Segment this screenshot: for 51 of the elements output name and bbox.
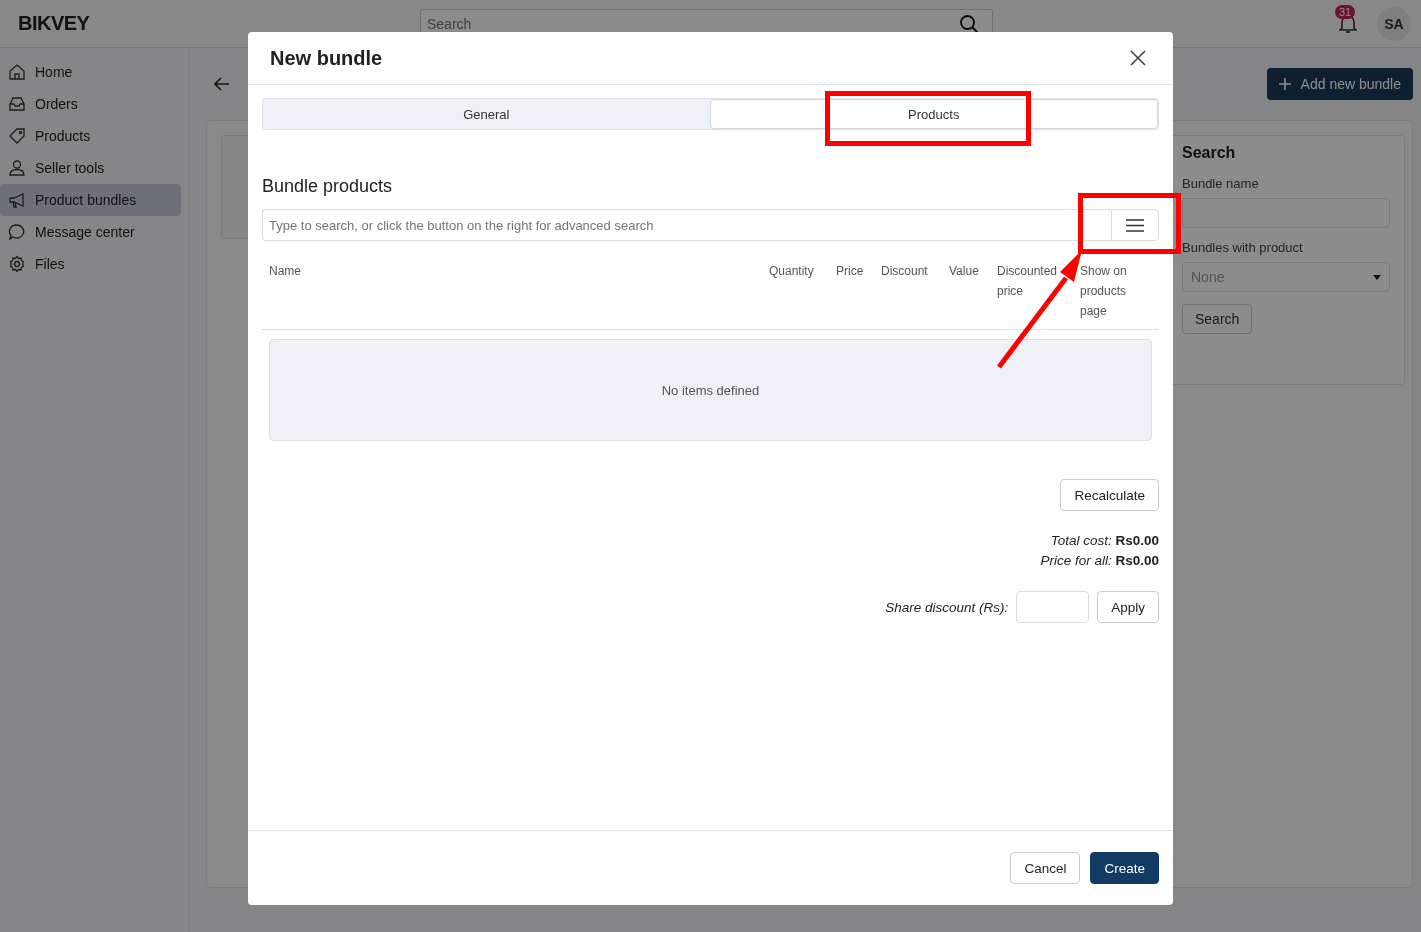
- tab[interactable]: General: [263, 99, 710, 129]
- caret-icon: [1373, 274, 1381, 280]
- tab[interactable]: Products: [709, 99, 1158, 129]
- section-title: Bundle products: [262, 176, 394, 197]
- inbox-icon: [8, 95, 26, 113]
- avatar[interactable]: SA: [1377, 6, 1411, 41]
- plus-icon: [1278, 78, 1291, 90]
- empty-message: No items defined: [661, 382, 760, 398]
- column-header: Value: [949, 263, 980, 280]
- field-label: Bundle name: [1182, 176, 1260, 191]
- dialog-title: New bundle: [270, 46, 383, 70]
- sidebar-item[interactable]: Product bundles: [0, 184, 181, 216]
- tag-icon: [8, 127, 26, 145]
- close-icon[interactable]: [1130, 50, 1146, 66]
- column-header: Discounted price: [997, 263, 1059, 300]
- apply-button[interactable]: Apply: [1097, 591, 1159, 623]
- column-header: Price: [836, 263, 865, 280]
- panel-title: Search: [1182, 144, 1237, 162]
- total-line: Price for all: Rs0.00: [1040, 552, 1159, 570]
- cancel-button[interactable]: Cancel: [1010, 852, 1081, 884]
- sidebar-item[interactable]: Seller tools: [0, 152, 181, 184]
- sidebar-item[interactable]: Message center: [0, 216, 181, 248]
- input-field[interactable]: [1182, 198, 1390, 228]
- back-arrow-icon[interactable]: [214, 77, 230, 91]
- menu-icon: [1126, 218, 1144, 232]
- settings-icon: [8, 255, 26, 273]
- share-discount-label: Share discount (Rs):: [885, 599, 1009, 615]
- column-header: Show on products page: [1080, 263, 1128, 320]
- notification-count: 31: [1335, 4, 1356, 19]
- add-bundle-button[interactable]: Add new bundle: [1266, 68, 1413, 100]
- advanced-search-button[interactable]: [1111, 209, 1159, 241]
- user-icon: [8, 159, 26, 177]
- total-line: Total cost: Rs0.00: [1050, 532, 1159, 550]
- product-search-field[interactable]: Type to search, or click the button on the right for advanced search: [262, 209, 1111, 241]
- recalculate-button[interactable]: Recalculate: [1060, 479, 1159, 511]
- sidebar-item[interactable]: Files: [0, 248, 181, 280]
- sidebar-item[interactable]: Home: [0, 56, 181, 88]
- column-header: Quantity: [769, 263, 815, 280]
- logo[interactable]: BIKVEY: [18, 12, 420, 35]
- column-header: Name: [269, 263, 302, 280]
- search-button[interactable]: Search: [1182, 304, 1253, 334]
- column-header: Discount: [881, 263, 929, 280]
- chat-icon: [8, 223, 26, 241]
- field-label: Bundles with product: [1182, 240, 1304, 255]
- create-button[interactable]: Create: [1090, 852, 1159, 884]
- search-icon[interactable]: [959, 13, 979, 34]
- home-icon: [8, 63, 26, 81]
- sidebar-item[interactable]: Orders: [0, 88, 181, 120]
- share-discount-field[interactable]: [1016, 591, 1090, 623]
- sidebar-item[interactable]: Products: [0, 120, 181, 152]
- megaphone-icon: [8, 191, 26, 209]
